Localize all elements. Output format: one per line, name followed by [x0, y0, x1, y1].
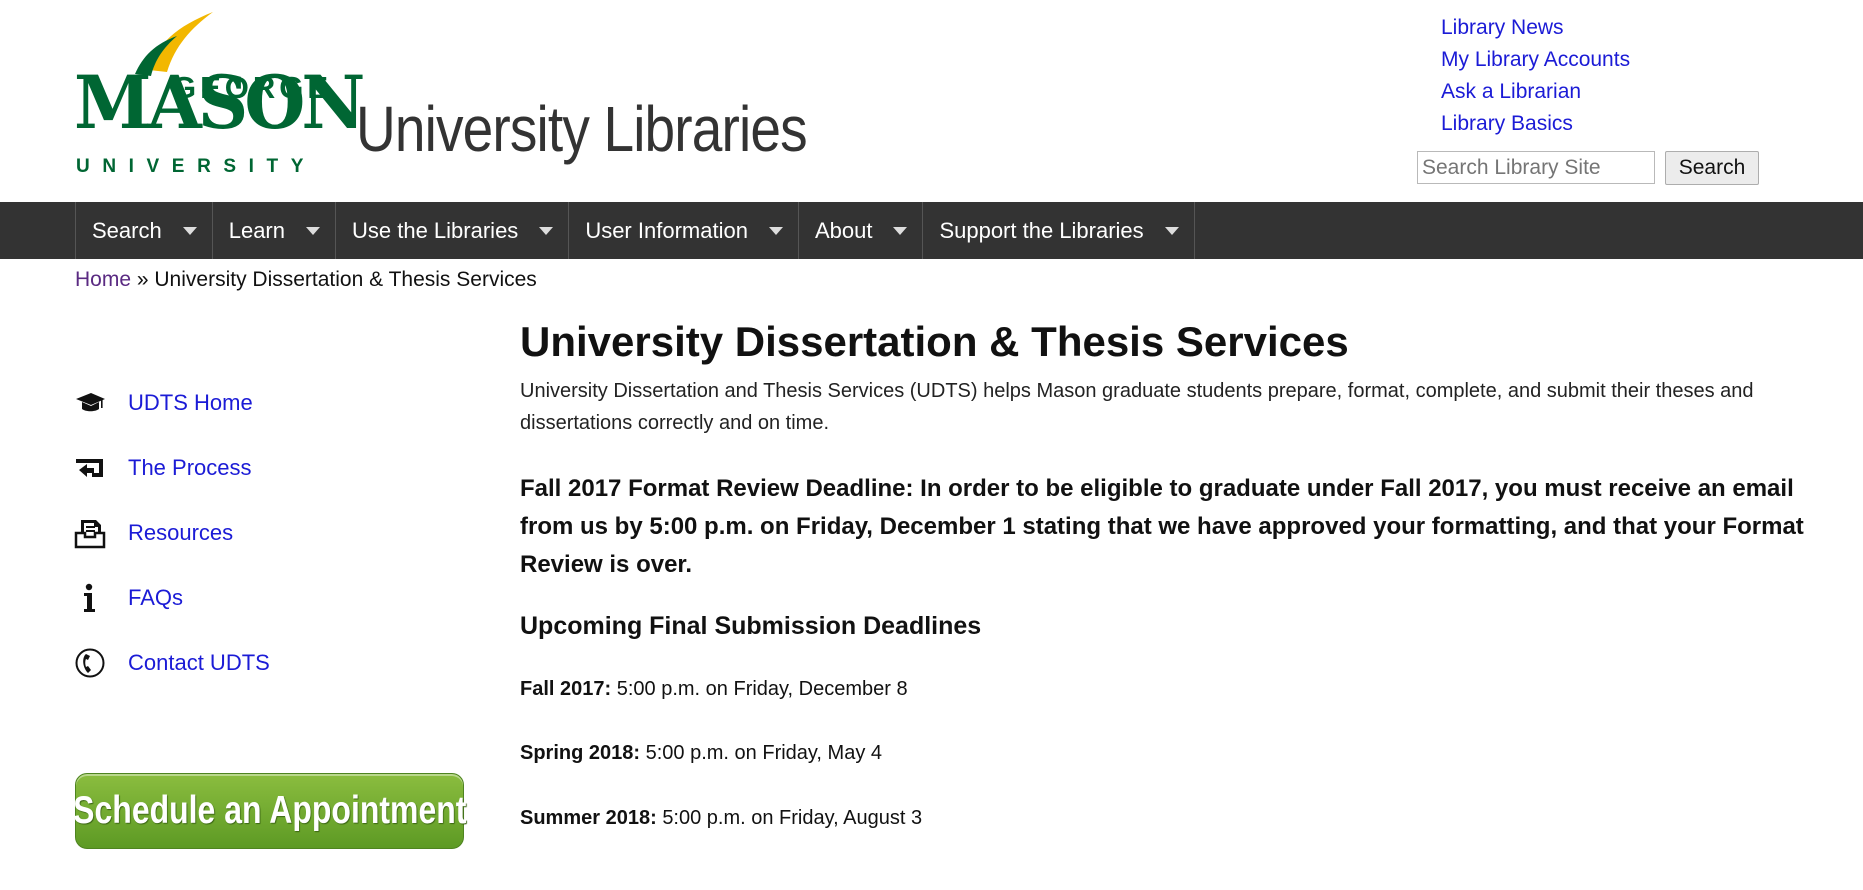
deadlines-heading: Upcoming Final Submission Deadlines [520, 612, 982, 640]
sidebar-item-the-process[interactable]: The Process [74, 448, 252, 488]
caret-down-icon [306, 226, 320, 235]
deadline-when: 5:00 p.m. on Friday, December 8 [616, 678, 908, 700]
sidebar-item-resources[interactable]: Resources [74, 513, 233, 553]
deadline-when: 5:00 p.m. on Friday, August 3 [662, 807, 923, 829]
format-review-notice: Fall 2017 Format Review Deadline: In ord… [520, 475, 1804, 578]
utility-link-library-news[interactable]: Library News [1441, 16, 1564, 39]
sidebar-item-faqs[interactable]: FAQs [74, 578, 183, 618]
breadcrumb-home-link[interactable]: Home [75, 268, 131, 291]
utility-links: Library News My Library Accounts Ask a L… [1441, 12, 1630, 140]
sidebar-item-udts-home[interactable]: UDTS Home [74, 383, 253, 423]
site-header: GEORGE MASON UNIVERSITY University Libra… [0, 0, 1863, 205]
breadcrumb-separator: » [131, 268, 155, 291]
deadline-spring-2018: Spring 2018: 5:00 p.m. on Friday, May 4 [520, 742, 882, 765]
deadline-when: 5:00 p.m. on Friday, May 4 [645, 742, 883, 764]
sidebar-item-label: FAQs [128, 585, 184, 610]
nav-item-user-information[interactable]: User Information [568, 202, 799, 259]
schedule-appointment-button[interactable]: Schedule an Appointment [72, 773, 467, 849]
nav-item-about[interactable]: About [797, 202, 924, 259]
document-tray-icon [74, 520, 106, 549]
logo-university-text: UNIVERSITY [76, 156, 317, 177]
nav-item-learn[interactable]: Learn [211, 202, 336, 259]
breadcrumb: Home » University Dissertation & Thesis … [75, 268, 537, 292]
nav-item-label: Learn [228, 217, 285, 243]
gmu-logo[interactable]: GEORGE MASON UNIVERSITY [74, 8, 365, 180]
logo-mason-text: MASON [74, 58, 365, 147]
sidebar-item-contact-udts[interactable]: Contact UDTS [74, 643, 270, 683]
page-title: University Dissertation & Thesis Service… [520, 318, 1349, 365]
nav-item-search[interactable]: Search [75, 202, 213, 259]
nav-item-support-the-libraries[interactable]: Support the Libraries [922, 202, 1195, 259]
graduation-cap-icon [76, 393, 105, 412]
caret-down-icon [182, 226, 197, 235]
deadline-term: Summer 2018: [520, 807, 657, 829]
sidebar-item-label: Contact UDTS [128, 650, 270, 675]
deadline-term: Fall 2017: [520, 678, 612, 700]
caret-down-icon [768, 226, 783, 235]
sidebar-item-label: Resources [128, 520, 234, 545]
nav-item-label: Support the Libraries [939, 217, 1144, 243]
main-nav: Search Learn Use the Libraries User Info… [0, 202, 1863, 259]
site-title[interactable]: University Libraries [356, 92, 808, 166]
info-icon [84, 583, 95, 612]
deadline-summer-2018: Summer 2018: 5:00 p.m. on Friday, August… [520, 807, 922, 830]
deadline-term: Spring 2018: [520, 742, 641, 764]
site-search-input[interactable] [1417, 151, 1655, 184]
utility-link-my-library-accounts[interactable]: My Library Accounts [1441, 48, 1630, 71]
utility-link-ask-a-librarian[interactable]: Ask a Librarian [1441, 80, 1581, 103]
nav-item-label: Use the Libraries [352, 217, 519, 243]
caret-down-icon [1164, 226, 1179, 235]
nav-item-label: User Information [585, 217, 748, 243]
deadline-fall-2017: Fall 2017: 5:00 p.m. on Friday, December… [520, 678, 908, 701]
nav-item-use-the-libraries[interactable]: Use the Libraries [335, 202, 570, 259]
intro-paragraph: University Dissertation and Thesis Servi… [520, 380, 1754, 434]
caret-down-icon [893, 226, 908, 235]
sidebar-item-label: UDTS Home [128, 390, 253, 415]
nav-item-label: About [814, 217, 873, 243]
caret-down-icon [539, 226, 554, 235]
return-arrow-icon [76, 459, 103, 477]
sidebar-item-label: The Process [128, 455, 252, 480]
site-search-button[interactable]: Search [1665, 151, 1759, 185]
phone-icon [75, 648, 105, 678]
utility-link-library-basics[interactable]: Library Basics [1441, 112, 1573, 135]
nav-item-label: Search [92, 217, 162, 243]
breadcrumb-current: University Dissertation & Thesis Service… [154, 268, 537, 291]
schedule-appointment-label: Schedule an Appointment [72, 789, 467, 832]
